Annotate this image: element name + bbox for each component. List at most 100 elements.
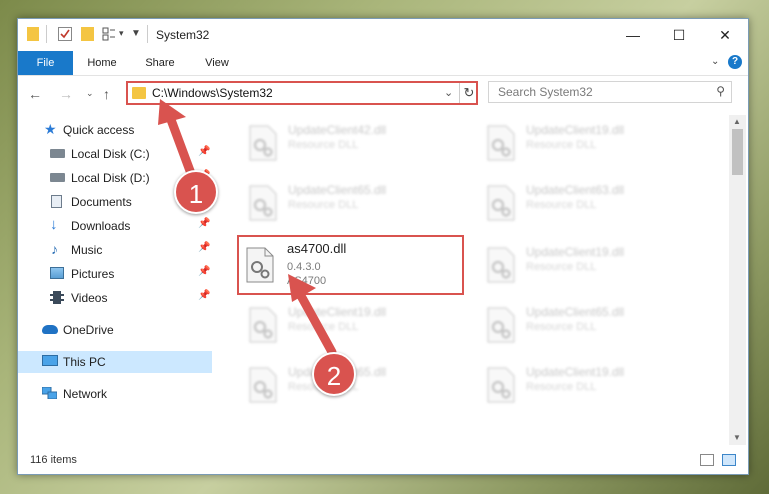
file-name: UpdateClient65.dll bbox=[288, 183, 387, 197]
downloads-icon: ↓ bbox=[50, 216, 58, 233]
dll-file-icon bbox=[248, 185, 278, 221]
file-description: Resource DLL bbox=[526, 199, 597, 211]
file-item[interactable]: UpdateClient19.dll Resource DLL bbox=[240, 299, 460, 351]
pin-icon[interactable]: 📌 bbox=[198, 242, 210, 253]
separator bbox=[147, 25, 148, 43]
cloud-icon bbox=[42, 325, 58, 334]
dll-file-icon bbox=[486, 367, 516, 403]
vertical-scrollbar[interactable]: ▲ ▼ bbox=[729, 115, 746, 445]
file-item[interactable]: UpdateClient65.dll Resource DLL bbox=[240, 177, 460, 229]
view-options-icon[interactable] bbox=[102, 27, 116, 41]
maximize-button[interactable]: ☐ bbox=[656, 19, 702, 51]
up-icon[interactable]: ↑ bbox=[103, 86, 110, 102]
chevron-down-icon[interactable]: ⌄ bbox=[444, 86, 453, 99]
sidebar-item-videos[interactable]: Videos 📌 bbox=[18, 287, 212, 309]
sidebar-item-label: Music bbox=[71, 243, 103, 257]
file-description: Resource DLL bbox=[526, 139, 597, 151]
file-description: Resource DLL bbox=[526, 261, 597, 273]
properties-icon[interactable] bbox=[58, 27, 72, 41]
file-item[interactable]: UpdateClient63.dll Resource DLL bbox=[478, 177, 698, 229]
folder-icon bbox=[27, 27, 39, 41]
forward-icon[interactable]: → bbox=[59, 86, 73, 102]
item-count: 116 items bbox=[30, 454, 77, 466]
computer-icon bbox=[42, 355, 58, 366]
sidebar-item-label: Downloads bbox=[71, 219, 131, 233]
tab-file[interactable]: File bbox=[18, 51, 73, 75]
sidebar-item-label: Quick access bbox=[63, 123, 135, 137]
file-item[interactable]: UpdateClient42.dll Resource DLL bbox=[240, 117, 460, 169]
dll-file-icon bbox=[248, 367, 278, 403]
tab-home[interactable]: Home bbox=[80, 51, 124, 75]
customize-qa-icon[interactable]: ▼ bbox=[131, 28, 141, 44]
sidebar-item-onedrive[interactable]: OneDrive bbox=[18, 319, 212, 341]
file-item[interactable]: UpdateClient19.dll Resource DLL bbox=[478, 117, 698, 169]
videos-icon bbox=[50, 291, 64, 304]
dll-file-icon bbox=[486, 125, 516, 161]
scroll-down-icon[interactable]: ▼ bbox=[733, 433, 741, 442]
documents-icon bbox=[51, 195, 62, 208]
tab-view[interactable]: View bbox=[195, 51, 239, 75]
drive-icon bbox=[50, 173, 65, 182]
pin-icon[interactable]: 📌 bbox=[198, 266, 210, 277]
qa-dropdown-icon[interactable]: ▾ bbox=[119, 28, 124, 44]
sidebar-item-label: Pictures bbox=[71, 267, 115, 281]
scrollbar-thumb[interactable] bbox=[732, 129, 743, 175]
sidebar-item-downloads[interactable]: ↓ Downloads 📌 bbox=[18, 215, 212, 237]
refresh-icon[interactable]: ↻ bbox=[459, 83, 478, 103]
drive-icon bbox=[50, 149, 65, 158]
file-item-as4700[interactable]: as4700.dll 0.4.3.0 AS4700 bbox=[237, 235, 464, 295]
sidebar-item-label: Local Disk (D:) bbox=[71, 171, 150, 185]
minimize-button[interactable]: — bbox=[610, 19, 656, 51]
new-folder-icon[interactable] bbox=[81, 27, 94, 41]
sidebar-item-music[interactable]: ♪ Music 📌 bbox=[18, 239, 212, 261]
back-icon[interactable]: ← bbox=[28, 86, 42, 102]
ribbon-tabs: File Home Share View ⌄ ? bbox=[18, 51, 748, 76]
pin-icon[interactable]: 📌 bbox=[198, 218, 210, 229]
pictures-icon bbox=[50, 267, 64, 279]
callout-arrow-2 bbox=[288, 274, 337, 357]
search-icon: ⚲ bbox=[716, 84, 725, 98]
sidebar-item-label: Local Disk (C:) bbox=[71, 147, 150, 161]
file-description: Resource DLL bbox=[288, 199, 359, 211]
recent-locations-icon[interactable]: ⌄ bbox=[86, 88, 94, 99]
details-view-icon[interactable] bbox=[700, 454, 714, 466]
dll-file-icon bbox=[486, 185, 516, 221]
large-icons-view-icon[interactable] bbox=[722, 454, 736, 466]
search-input[interactable]: Search System32 ⚲ bbox=[488, 81, 732, 103]
sidebar-item-this-pc[interactable]: This PC bbox=[18, 351, 212, 373]
file-name: UpdateClient42.dll bbox=[288, 123, 387, 137]
file-description: Resource DLL bbox=[526, 381, 597, 393]
sidebar-item-pictures[interactable]: Pictures 📌 bbox=[18, 263, 212, 285]
expand-ribbon-icon[interactable]: ⌄ bbox=[711, 56, 719, 67]
sidebar-item-network[interactable]: Network bbox=[18, 383, 212, 405]
network-icon bbox=[41, 386, 58, 400]
dll-file-icon bbox=[486, 307, 516, 343]
search-placeholder: Search System32 bbox=[498, 85, 593, 99]
file-name: UpdateClient65.dll bbox=[526, 305, 625, 319]
file-name: as4700.dll bbox=[287, 241, 347, 256]
help-icon[interactable]: ? bbox=[728, 55, 742, 69]
sidebar-item-label: Documents bbox=[71, 195, 132, 209]
sidebar-item-label: Network bbox=[63, 387, 108, 401]
separator bbox=[46, 25, 47, 43]
close-button[interactable]: ✕ bbox=[702, 19, 748, 51]
file-item[interactable]: UpdateClient19.dll Resource DLL bbox=[478, 239, 698, 291]
sidebar-item-label: This PC bbox=[63, 355, 106, 369]
scroll-up-icon[interactable]: ▲ bbox=[733, 117, 741, 126]
pin-icon[interactable]: 📌 bbox=[198, 290, 210, 301]
dll-file-icon bbox=[486, 247, 516, 283]
file-item[interactable]: UpdateClient65.dll Resource DLL bbox=[478, 299, 698, 351]
file-name: UpdateClient63.dll bbox=[526, 183, 625, 197]
file-item[interactable]: UpdateClient19.dll Resource DLL bbox=[478, 359, 698, 411]
callout-badge-2: 2 bbox=[312, 352, 356, 396]
star-icon: ★ bbox=[44, 121, 57, 137]
explorer-window: ▾ ▼ System32 — ☐ ✕ File Home Share View … bbox=[17, 18, 749, 475]
tab-share[interactable]: Share bbox=[138, 51, 182, 75]
status-bar: 116 items bbox=[18, 447, 748, 474]
dll-file-icon bbox=[248, 307, 278, 343]
file-description: Resource DLL bbox=[526, 321, 597, 333]
sidebar-item-label: Videos bbox=[71, 291, 108, 305]
sidebar-item-label: OneDrive bbox=[63, 323, 114, 337]
window-title: System32 bbox=[156, 28, 210, 42]
address-row: ← → ⌄ ↑ C:\Windows\System32 ⌄ ↻ Search S… bbox=[18, 77, 748, 111]
